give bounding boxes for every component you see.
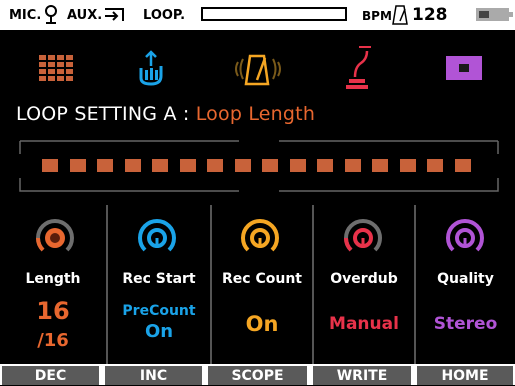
- rec-start-label: Rec Start: [122, 271, 196, 287]
- loop-segment[interactable]: [42, 159, 58, 172]
- loop-segment[interactable]: [69, 159, 86, 172]
- loop-segment[interactable]: [344, 159, 361, 172]
- battery-icon: [476, 8, 513, 21]
- loop-segment[interactable]: [234, 159, 251, 172]
- stop-icon[interactable]: [446, 56, 482, 80]
- title-parameter: Loop Length: [195, 103, 316, 125]
- mic-label: MIC.: [9, 8, 42, 23]
- length-total: /16: [37, 330, 69, 351]
- rec-count-knob[interactable]: [236, 212, 284, 260]
- overdub-label: Overdub: [330, 271, 398, 287]
- length-value: 16: [36, 297, 70, 325]
- loop-segment[interactable]: [317, 159, 333, 172]
- mic-icon: [45, 5, 57, 24]
- loop-segment[interactable]: [289, 159, 306, 172]
- bpm-value: 128: [412, 5, 448, 25]
- loop-segment[interactable]: [399, 159, 416, 172]
- write-button[interactable]: WRITE: [313, 366, 411, 385]
- quality-label: Quality: [437, 271, 494, 287]
- rec-count-label: Rec Count: [222, 271, 302, 287]
- loop-segment[interactable]: [152, 159, 168, 172]
- loop-label: LOOP.: [143, 8, 186, 23]
- loop-segment[interactable]: [262, 159, 278, 172]
- metronome-wave-icon[interactable]: [230, 50, 286, 88]
- pedal-icon[interactable]: [345, 45, 375, 91]
- loop-segment[interactable]: [97, 159, 113, 172]
- inc-button[interactable]: INC: [105, 366, 202, 385]
- status-bar: MIC. AUX. LOOP. BPM 128: [0, 0, 515, 30]
- loop-segment[interactable]: [207, 159, 223, 172]
- grid-icon[interactable]: [39, 55, 73, 81]
- aux-icon: [105, 8, 124, 21]
- title-prefix: LOOP SETTING A :: [16, 103, 190, 125]
- page-title: LOOP SETTING A : Loop Length: [16, 103, 315, 125]
- quality-knob[interactable]: [441, 212, 489, 260]
- bpm-label: BPM: [362, 9, 392, 23]
- loop-progress-bar: [201, 7, 347, 21]
- length-knob[interactable]: [31, 212, 79, 260]
- loop-segment[interactable]: [124, 159, 141, 172]
- dec-button[interactable]: DEC: [2, 366, 99, 385]
- loop-segment[interactable]: [427, 159, 443, 172]
- overdub-value: Manual: [329, 314, 399, 334]
- rec-count-value: On: [245, 312, 279, 336]
- aux-label: AUX.: [67, 8, 103, 23]
- length-label: Length: [25, 271, 81, 287]
- loop-segment[interactable]: [372, 159, 388, 172]
- overdub-knob[interactable]: [339, 212, 387, 260]
- rec-start-knob[interactable]: [133, 212, 181, 260]
- hand-icon[interactable]: [133, 50, 169, 86]
- rec-start-value2: On: [144, 321, 174, 342]
- quality-value: Stereo: [433, 314, 498, 334]
- rec-start-value: PreCount: [122, 303, 196, 319]
- loop-segment[interactable]: [454, 159, 471, 172]
- home-button[interactable]: HOME: [417, 366, 513, 385]
- scope-button[interactable]: SCOPE: [208, 366, 307, 385]
- loop-segment[interactable]: [179, 159, 196, 172]
- metronome-icon: [392, 5, 408, 25]
